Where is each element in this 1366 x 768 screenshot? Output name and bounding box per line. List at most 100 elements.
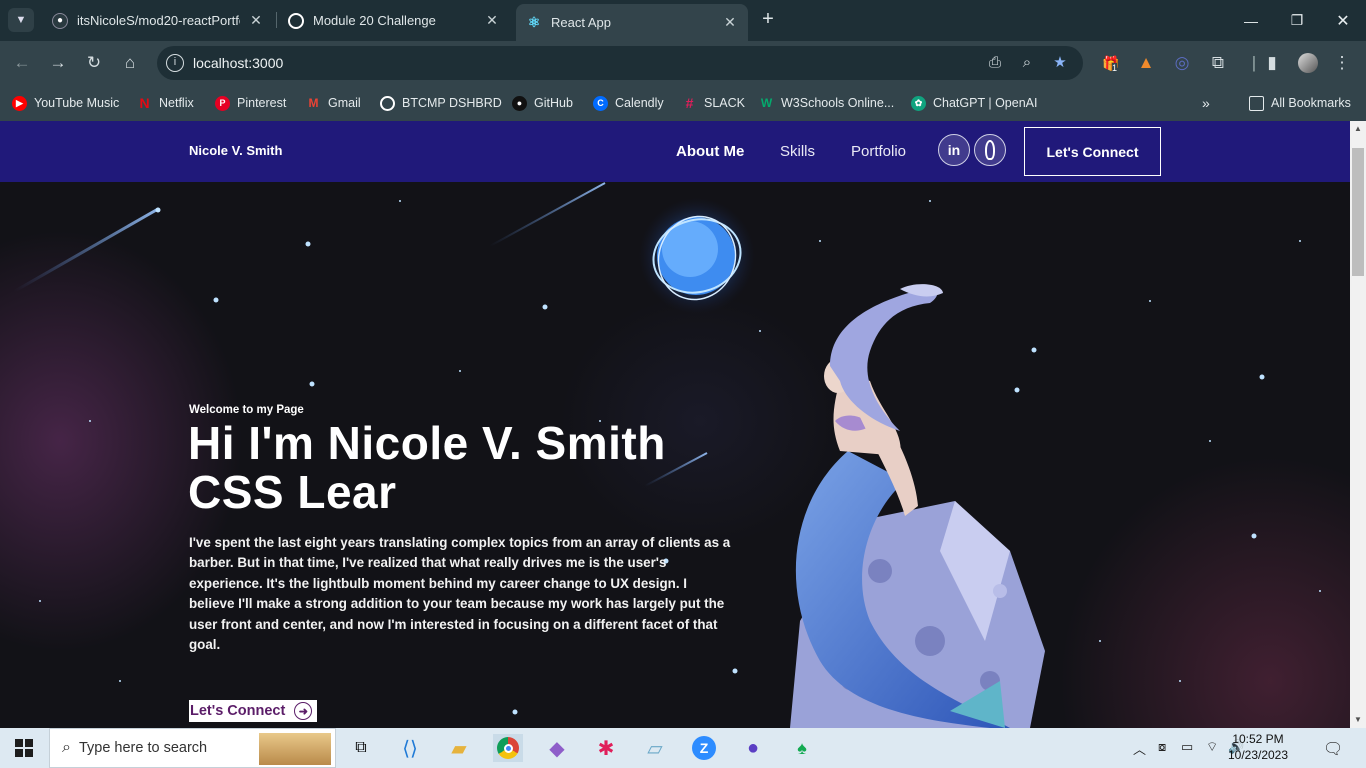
nav-about-me[interactable]: About Me [676,143,744,160]
github-icon: ● [512,95,527,111]
bookmark-label: Pinterest [237,96,287,110]
file-explorer-icon[interactable]: ▰ [444,734,474,762]
bookmark-label: Calendly [615,96,664,110]
tab-react-app[interactable]: ⚛ React App ✕ [516,4,748,41]
nav-portfolio[interactable]: Portfolio [851,143,906,160]
netflix-icon: N [139,95,150,111]
bookmark-youtube-music[interactable]: ▶ YouTube Music [12,93,119,113]
side-panel-icon[interactable]: ▮ [1258,49,1286,77]
browser-menu-icon[interactable]: ⋮ [1328,49,1356,77]
url-text[interactable]: localhost:3000 [193,55,283,71]
gmail-icon: M [308,96,319,110]
back-button[interactable]: ← [8,49,36,77]
welcome-tagline: Welcome to my Page [189,404,304,416]
bookmark-btcmp[interactable]: BTCMP DSHBRD [380,93,502,113]
folder-icon [1249,95,1264,111]
wifi-icon[interactable]: ⌔ [1206,739,1218,755]
extension-circle-icon[interactable]: ◎ [1168,49,1196,77]
close-icon[interactable]: ✕ [722,14,738,31]
bookmark-label: SLACK [704,96,745,110]
restore-button[interactable]: ❐ [1274,0,1320,41]
tray-overflow-icon[interactable]: ︿ [1133,739,1146,758]
forward-button[interactable]: → [44,49,72,77]
glowing-planet [639,198,755,314]
headline-line-2: CSS Lear [188,466,397,518]
tab-github[interactable]: ● itsNicoleS/mod20-reactPortfol ✕ [42,6,274,35]
bookmark-netflix[interactable]: N Netflix [137,93,194,113]
bookmark-slack[interactable]: # SLACK [682,93,745,113]
notification-center-icon[interactable]: 🗨 [1323,739,1343,759]
slack-icon[interactable]: ✱ [591,734,621,762]
extensions-puzzle-icon[interactable]: ⧉ [1204,49,1232,77]
nav-skills[interactable]: Skills [780,143,815,160]
social-profile-icon[interactable] [974,134,1006,166]
bookmark-label: BTCMP DSHBRD [402,96,502,110]
opera-icon [380,95,395,111]
hero-connect-button[interactable]: Let's Connect ➜ [189,700,317,722]
pinterest-icon: P [215,95,230,111]
browser-toolbar: ← → ↻ ⌂ i localhost:3000 ⎙ ⌕ ★ 🎁 1 ▲ ◎ ⧉ … [0,41,1366,85]
new-tab-button[interactable]: + [756,8,780,32]
address-bar[interactable]: i localhost:3000 ⎙ ⌕ ★ [157,46,1083,80]
chevron-down-icon: ▼ [15,14,27,26]
taskbar-clock[interactable]: 10:52 PM 10/23/2023 [1223,731,1293,763]
profile-avatar[interactable] [1294,49,1322,77]
scrollbar-thumb[interactable] [1352,148,1364,276]
extension-orange-icon[interactable]: ▲ [1132,49,1160,77]
task-view-icon[interactable]: ⧉ [346,734,376,762]
bookmark-label: GitHub [534,96,573,110]
zoom-app-icon[interactable]: Z [689,734,719,762]
bookmark-label: Netflix [159,96,194,110]
tray-camera-icon[interactable]: ⧇ [1158,739,1166,755]
all-bookmarks[interactable]: All Bookmarks [1249,93,1351,113]
reload-button[interactable]: ↻ [80,49,108,77]
notes-app-icon[interactable]: ▱ [640,734,670,762]
taskbar-search[interactable]: ⌕ Type here to search [49,728,336,768]
home-button[interactable]: ⌂ [116,49,144,77]
scroll-down-arrow-icon[interactable]: ▼ [1350,712,1366,728]
git-kraken-icon[interactable]: ◆ [542,734,572,762]
site-navbar: Nicole V. Smith About Me Skills Portfoli… [0,121,1350,182]
calendly-icon: C [593,95,608,111]
browser-tab-strip: ▼ ● itsNicoleS/mod20-reactPortfol ✕ Modu… [0,0,1366,41]
headline-line-1: Hi I'm Nicole V. Smith [188,417,666,469]
bookmark-w3schools[interactable]: W W3Schools Online... [759,93,894,113]
app-moon-icon[interactable]: ● [738,734,768,762]
page-scrollbar[interactable]: ▲ ▼ [1350,121,1366,728]
nav-connect-button[interactable]: Let's Connect [1024,127,1161,176]
windows-start-button[interactable] [0,728,48,768]
zoom-icon[interactable]: ⌕ [1016,52,1038,74]
tab-search-button[interactable]: ▼ [8,8,34,32]
bookmark-calendly[interactable]: C Calendly [593,93,664,113]
mongodb-icon[interactable]: ♠ [787,734,817,762]
close-icon[interactable]: ✕ [484,12,500,29]
scroll-up-arrow-icon[interactable]: ▲ [1350,121,1366,137]
linkedin-icon[interactable]: in [938,134,970,166]
tab-module-20[interactable]: Module 20 Challenge ✕ [278,6,510,35]
windows-logo-icon [15,739,33,757]
bookmark-chatgpt[interactable]: ✿ ChatGPT | OpenAI [911,93,1037,113]
tab-label: itsNicoleS/mod20-reactPortfol [77,13,240,28]
window-close-button[interactable]: ✕ [1320,0,1366,41]
install-app-icon[interactable]: ⎙ [984,52,1006,74]
page-viewport: Nicole V. Smith About Me Skills Portfoli… [0,121,1350,728]
all-bookmarks-label: All Bookmarks [1271,96,1351,110]
bookmark-github[interactable]: ● GitHub [512,93,573,113]
battery-icon[interactable]: ▭ [1181,739,1193,755]
bookmark-star-icon[interactable]: ★ [1049,52,1071,74]
clock-time: 10:52 PM [1232,732,1284,746]
bookmark-label: W3Schools Online... [781,96,895,110]
site-info-icon[interactable]: i [166,54,184,72]
bookmarks-bar: ▶ YouTube Music N Netflix P Pinterest M Gmai… [0,85,1366,121]
minimize-button[interactable]: — [1228,0,1274,41]
bookmark-pinterest[interactable]: P Pinterest [215,93,286,113]
bookmarks-overflow-icon[interactable]: » [1202,93,1210,113]
close-icon[interactable]: ✕ [248,12,264,29]
tab-separator [276,12,277,28]
chrome-icon[interactable] [493,734,523,762]
bookmark-gmail[interactable]: M Gmail [306,93,361,113]
site-brand[interactable]: Nicole V. Smith [189,143,282,158]
sphinx-search-highlight-image [259,733,331,765]
vscode-icon[interactable]: ⟨⟩ [395,734,425,762]
extension-gift-icon[interactable]: 🎁 1 [1097,49,1125,77]
